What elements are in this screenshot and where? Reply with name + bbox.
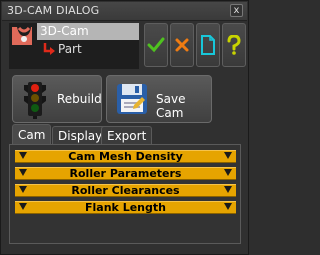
dialog-window: 3D-CAM DIALOG x 3D-Cam Part Rebuild Save… — [0, 0, 249, 255]
orange-x-icon — [175, 38, 189, 52]
red-arrow-icon — [43, 43, 55, 55]
floppy-disk-icon — [117, 84, 147, 114]
section-title: Cam Mesh Density — [68, 150, 183, 163]
tab-export[interactable]: Export — [101, 126, 153, 145]
section-flank-length[interactable]: Flank Length — [15, 201, 236, 214]
cancel-button[interactable] — [170, 23, 194, 67]
accept-button[interactable] — [144, 23, 168, 67]
section-title: Roller Clearances — [71, 184, 180, 197]
rebuild-label: Rebuild — [57, 92, 102, 106]
save-cam-label: Save Cam — [156, 92, 186, 120]
section-roller-parameters[interactable]: Roller Parameters — [15, 167, 236, 180]
tab-cam[interactable]: Cam — [12, 124, 52, 145]
chevron-down-icon — [224, 152, 232, 159]
close-button[interactable]: x — [230, 4, 243, 17]
section-roller-clearances[interactable]: Roller Clearances — [15, 184, 236, 197]
traffic-light-icon — [24, 82, 46, 119]
new-document-icon — [201, 35, 215, 55]
section-cam-mesh-density[interactable]: Cam Mesh Density — [15, 150, 236, 163]
cam-profile-icon — [12, 26, 32, 45]
help-button[interactable] — [222, 23, 246, 67]
chevron-down-icon — [224, 169, 232, 176]
window-title: 3D-CAM DIALOG — [7, 4, 100, 17]
chevron-down-icon — [224, 203, 232, 210]
question-mark-icon — [227, 35, 241, 55]
chevron-down-icon — [224, 186, 232, 193]
section-title: Roller Parameters — [69, 167, 182, 180]
save-cam-button[interactable]: Save Cam — [106, 75, 212, 123]
tree-item-label: 3D-Cam — [40, 24, 89, 38]
new-document-button[interactable] — [196, 23, 220, 67]
rebuild-button[interactable]: Rebuild — [12, 75, 102, 123]
section-title: Flank Length — [85, 201, 166, 214]
tree-item-part[interactable]: Part — [58, 42, 82, 56]
green-check-icon — [147, 37, 165, 53]
cam-tab-panel: Cam Mesh Density Roller Parameters Rolle… — [9, 144, 241, 244]
tab-display[interactable]: Display — [52, 126, 109, 145]
feature-tree[interactable]: 3D-Cam Part — [9, 23, 139, 69]
title-bar[interactable]: 3D-CAM DIALOG x — [2, 2, 247, 21]
tree-item-3d-cam[interactable]: 3D-Cam — [37, 23, 139, 40]
